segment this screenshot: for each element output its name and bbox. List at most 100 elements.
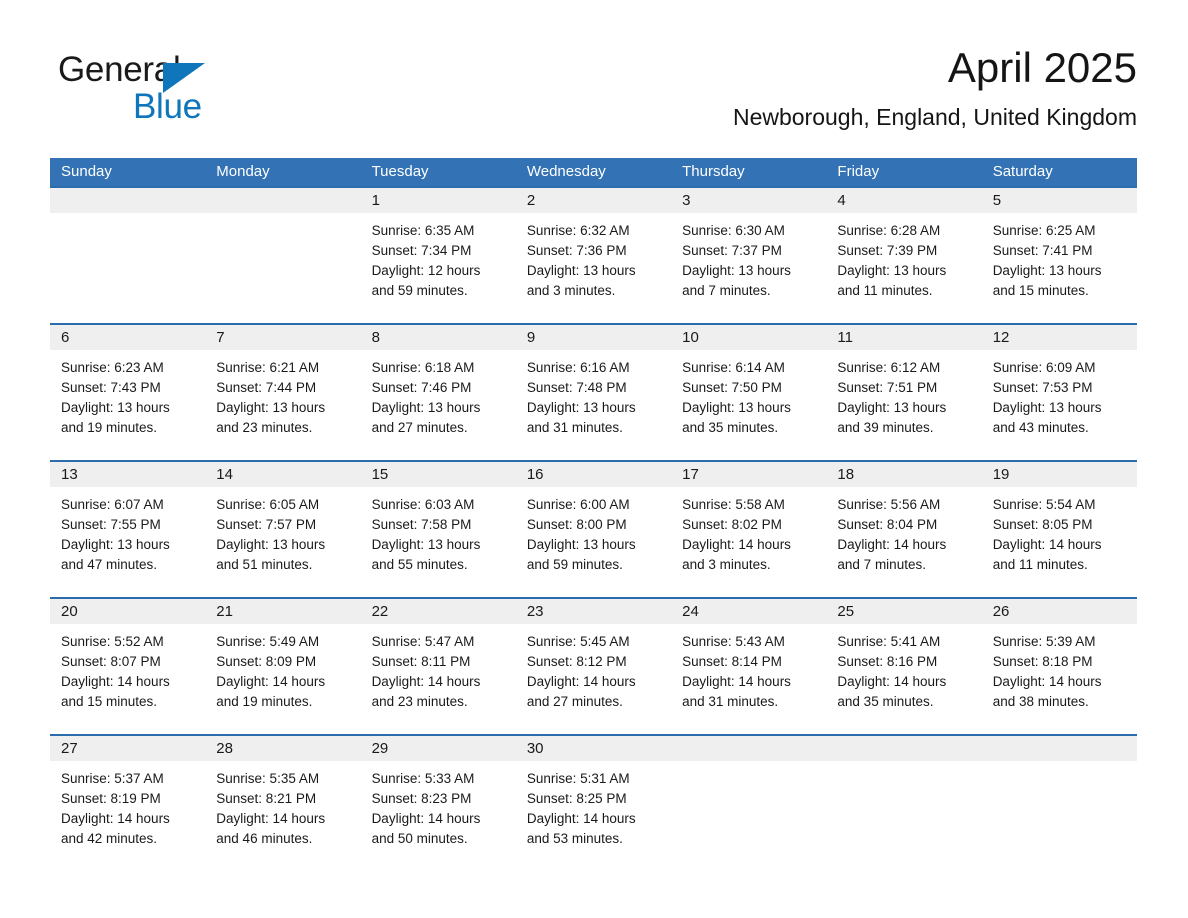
sunrise-text: Sunrise: 5:56 AM (837, 497, 941, 512)
day-cell[interactable] (982, 761, 1137, 871)
day-cell[interactable]: Sunrise: 6:14 AM Sunset: 7:50 PM Dayligh… (671, 350, 826, 460)
day-cell[interactable]: Sunrise: 6:25 AM Sunset: 7:41 PM Dayligh… (982, 213, 1137, 323)
day-cell[interactable]: Sunrise: 6:18 AM Sunset: 7:46 PM Dayligh… (361, 350, 516, 460)
daylight-text-line2: and 35 minutes. (682, 420, 779, 435)
day-cell[interactable]: Sunrise: 5:33 AM Sunset: 8:23 PM Dayligh… (361, 761, 516, 871)
day-cell[interactable]: Sunrise: 6:35 AM Sunset: 7:34 PM Dayligh… (361, 213, 516, 323)
day-cell[interactable]: Sunrise: 6:09 AM Sunset: 7:53 PM Dayligh… (982, 350, 1137, 460)
day-number[interactable]: 25 (826, 599, 981, 624)
sunset-text: Sunset: 8:23 PM (371, 791, 472, 806)
title-block: April 2025 Newborough, England, United K… (733, 42, 1137, 132)
daylight-text-line1: Daylight: 14 hours (526, 811, 636, 826)
day-number[interactable]: 17 (671, 462, 826, 487)
sunset-text: Sunset: 8:05 PM (992, 517, 1093, 532)
calendar-grid: Sunday Monday Tuesday Wednesday Thursday… (50, 158, 1137, 871)
day-cell[interactable]: Sunrise: 6:16 AM Sunset: 7:48 PM Dayligh… (516, 350, 671, 460)
day-cell[interactable]: Sunrise: 6:30 AM Sunset: 7:37 PM Dayligh… (671, 213, 826, 323)
daylight-text-line2: and 35 minutes. (837, 694, 934, 709)
weekday-header-sunday: Sunday (61, 163, 112, 180)
day-number[interactable]: 6 (50, 325, 205, 350)
day-cell[interactable]: Sunrise: 5:43 AM Sunset: 8:14 PM Dayligh… (671, 624, 826, 734)
day-cell[interactable]: Sunrise: 6:21 AM Sunset: 7:44 PM Dayligh… (205, 350, 360, 460)
day-number[interactable]: 27 (50, 736, 205, 761)
day-number[interactable] (205, 188, 360, 213)
sunrise-text: Sunrise: 5:54 AM (992, 497, 1096, 512)
day-cell[interactable]: Sunrise: 5:52 AM Sunset: 8:07 PM Dayligh… (50, 624, 205, 734)
daylight-text-line1: Daylight: 14 hours (837, 674, 947, 689)
day-number[interactable]: 21 (205, 599, 360, 624)
sunset-text: Sunset: 8:18 PM (992, 654, 1093, 669)
day-number[interactable]: 23 (516, 599, 671, 624)
day-number[interactable]: 13 (50, 462, 205, 487)
day-detail-band: Sunrise: 6:07 AM Sunset: 7:55 PM Dayligh… (50, 487, 1137, 597)
day-cell[interactable]: Sunrise: 5:39 AM Sunset: 8:18 PM Dayligh… (982, 624, 1137, 734)
day-cell[interactable]: Sunrise: 5:54 AM Sunset: 8:05 PM Dayligh… (982, 487, 1137, 597)
day-cell[interactable] (671, 761, 826, 871)
sunset-text: Sunset: 8:14 PM (682, 654, 782, 669)
day-detail-band: Sunrise: 6:23 AM Sunset: 7:43 PM Dayligh… (50, 350, 1137, 460)
day-number[interactable]: 5 (982, 188, 1137, 213)
day-number[interactable]: 14 (205, 462, 360, 487)
day-cell[interactable]: Sunrise: 6:05 AM Sunset: 7:57 PM Dayligh… (205, 487, 360, 597)
day-cell[interactable]: Sunrise: 6:23 AM Sunset: 7:43 PM Dayligh… (50, 350, 205, 460)
day-number[interactable]: 12 (982, 325, 1137, 350)
day-number[interactable]: 7 (205, 325, 360, 350)
daylight-text-line2: and 38 minutes. (992, 694, 1089, 709)
day-number[interactable] (826, 736, 981, 761)
daylight-text-line2: and 43 minutes. (992, 420, 1089, 435)
day-number[interactable]: 30 (516, 736, 671, 761)
day-cell[interactable]: Sunrise: 5:35 AM Sunset: 8:21 PM Dayligh… (205, 761, 360, 871)
day-number[interactable]: 15 (361, 462, 516, 487)
day-number[interactable]: 3 (671, 188, 826, 213)
day-number[interactable]: 19 (982, 462, 1137, 487)
daylight-text-line2: and 15 minutes. (992, 283, 1089, 298)
day-number[interactable]: 20 (50, 599, 205, 624)
day-number[interactable]: 29 (361, 736, 516, 761)
day-cell[interactable]: Sunrise: 5:56 AM Sunset: 8:04 PM Dayligh… (826, 487, 981, 597)
day-number[interactable] (671, 736, 826, 761)
day-cell[interactable] (826, 761, 981, 871)
day-number[interactable]: 26 (982, 599, 1137, 624)
day-cell[interactable]: Sunrise: 5:45 AM Sunset: 8:12 PM Dayligh… (516, 624, 671, 734)
day-cell[interactable] (50, 213, 205, 323)
day-number[interactable]: 8 (361, 325, 516, 350)
day-cell[interactable]: Sunrise: 6:12 AM Sunset: 7:51 PM Dayligh… (826, 350, 981, 460)
day-number[interactable]: 10 (671, 325, 826, 350)
day-number[interactable] (50, 188, 205, 213)
day-cell[interactable]: Sunrise: 6:07 AM Sunset: 7:55 PM Dayligh… (50, 487, 205, 597)
day-cell[interactable]: Sunrise: 5:37 AM Sunset: 8:19 PM Dayligh… (50, 761, 205, 871)
day-number[interactable]: 22 (361, 599, 516, 624)
day-number[interactable]: 9 (516, 325, 671, 350)
daylight-text-line2: and 59 minutes. (371, 283, 468, 298)
day-cell[interactable]: Sunrise: 6:00 AM Sunset: 8:00 PM Dayligh… (516, 487, 671, 597)
day-cell[interactable] (205, 213, 360, 323)
day-cell[interactable]: Sunrise: 5:31 AM Sunset: 8:25 PM Dayligh… (516, 761, 671, 871)
day-number[interactable]: 2 (516, 188, 671, 213)
sunset-text: Sunset: 7:48 PM (526, 380, 627, 395)
day-cell[interactable]: Sunrise: 5:47 AM Sunset: 8:11 PM Dayligh… (361, 624, 516, 734)
day-cell[interactable]: Sunrise: 6:28 AM Sunset: 7:39 PM Dayligh… (826, 213, 981, 323)
day-number[interactable]: 28 (205, 736, 360, 761)
day-cell[interactable]: Sunrise: 5:58 AM Sunset: 8:02 PM Dayligh… (671, 487, 826, 597)
day-cell[interactable]: Sunrise: 5:49 AM Sunset: 8:09 PM Dayligh… (205, 624, 360, 734)
daylight-text-line1: Daylight: 13 hours (992, 400, 1102, 415)
day-number[interactable] (982, 736, 1137, 761)
sunset-text: Sunset: 7:55 PM (61, 517, 161, 532)
day-cell[interactable]: Sunrise: 6:32 AM Sunset: 7:36 PM Dayligh… (516, 213, 671, 323)
daylight-text-line1: Daylight: 13 hours (371, 537, 481, 552)
sunrise-text: Sunrise: 6:03 AM (371, 497, 475, 512)
day-cell[interactable]: Sunrise: 6:03 AM Sunset: 7:58 PM Dayligh… (361, 487, 516, 597)
sunset-text: Sunset: 8:16 PM (837, 654, 938, 669)
day-number[interactable]: 18 (826, 462, 981, 487)
sunrise-text: Sunrise: 6:12 AM (837, 360, 941, 375)
day-number[interactable]: 1 (361, 188, 516, 213)
day-cell[interactable]: Sunrise: 5:41 AM Sunset: 8:16 PM Dayligh… (826, 624, 981, 734)
day-number[interactable]: 4 (826, 188, 981, 213)
day-number[interactable]: 11 (826, 325, 981, 350)
day-number[interactable]: 24 (671, 599, 826, 624)
sunrise-text: Sunrise: 6:07 AM (61, 497, 164, 512)
day-number[interactable]: 16 (516, 462, 671, 487)
sunrise-text: Sunrise: 5:58 AM (682, 497, 785, 512)
sunset-text: Sunset: 8:09 PM (216, 654, 317, 669)
daylight-text-line2: and 7 minutes. (682, 283, 771, 298)
